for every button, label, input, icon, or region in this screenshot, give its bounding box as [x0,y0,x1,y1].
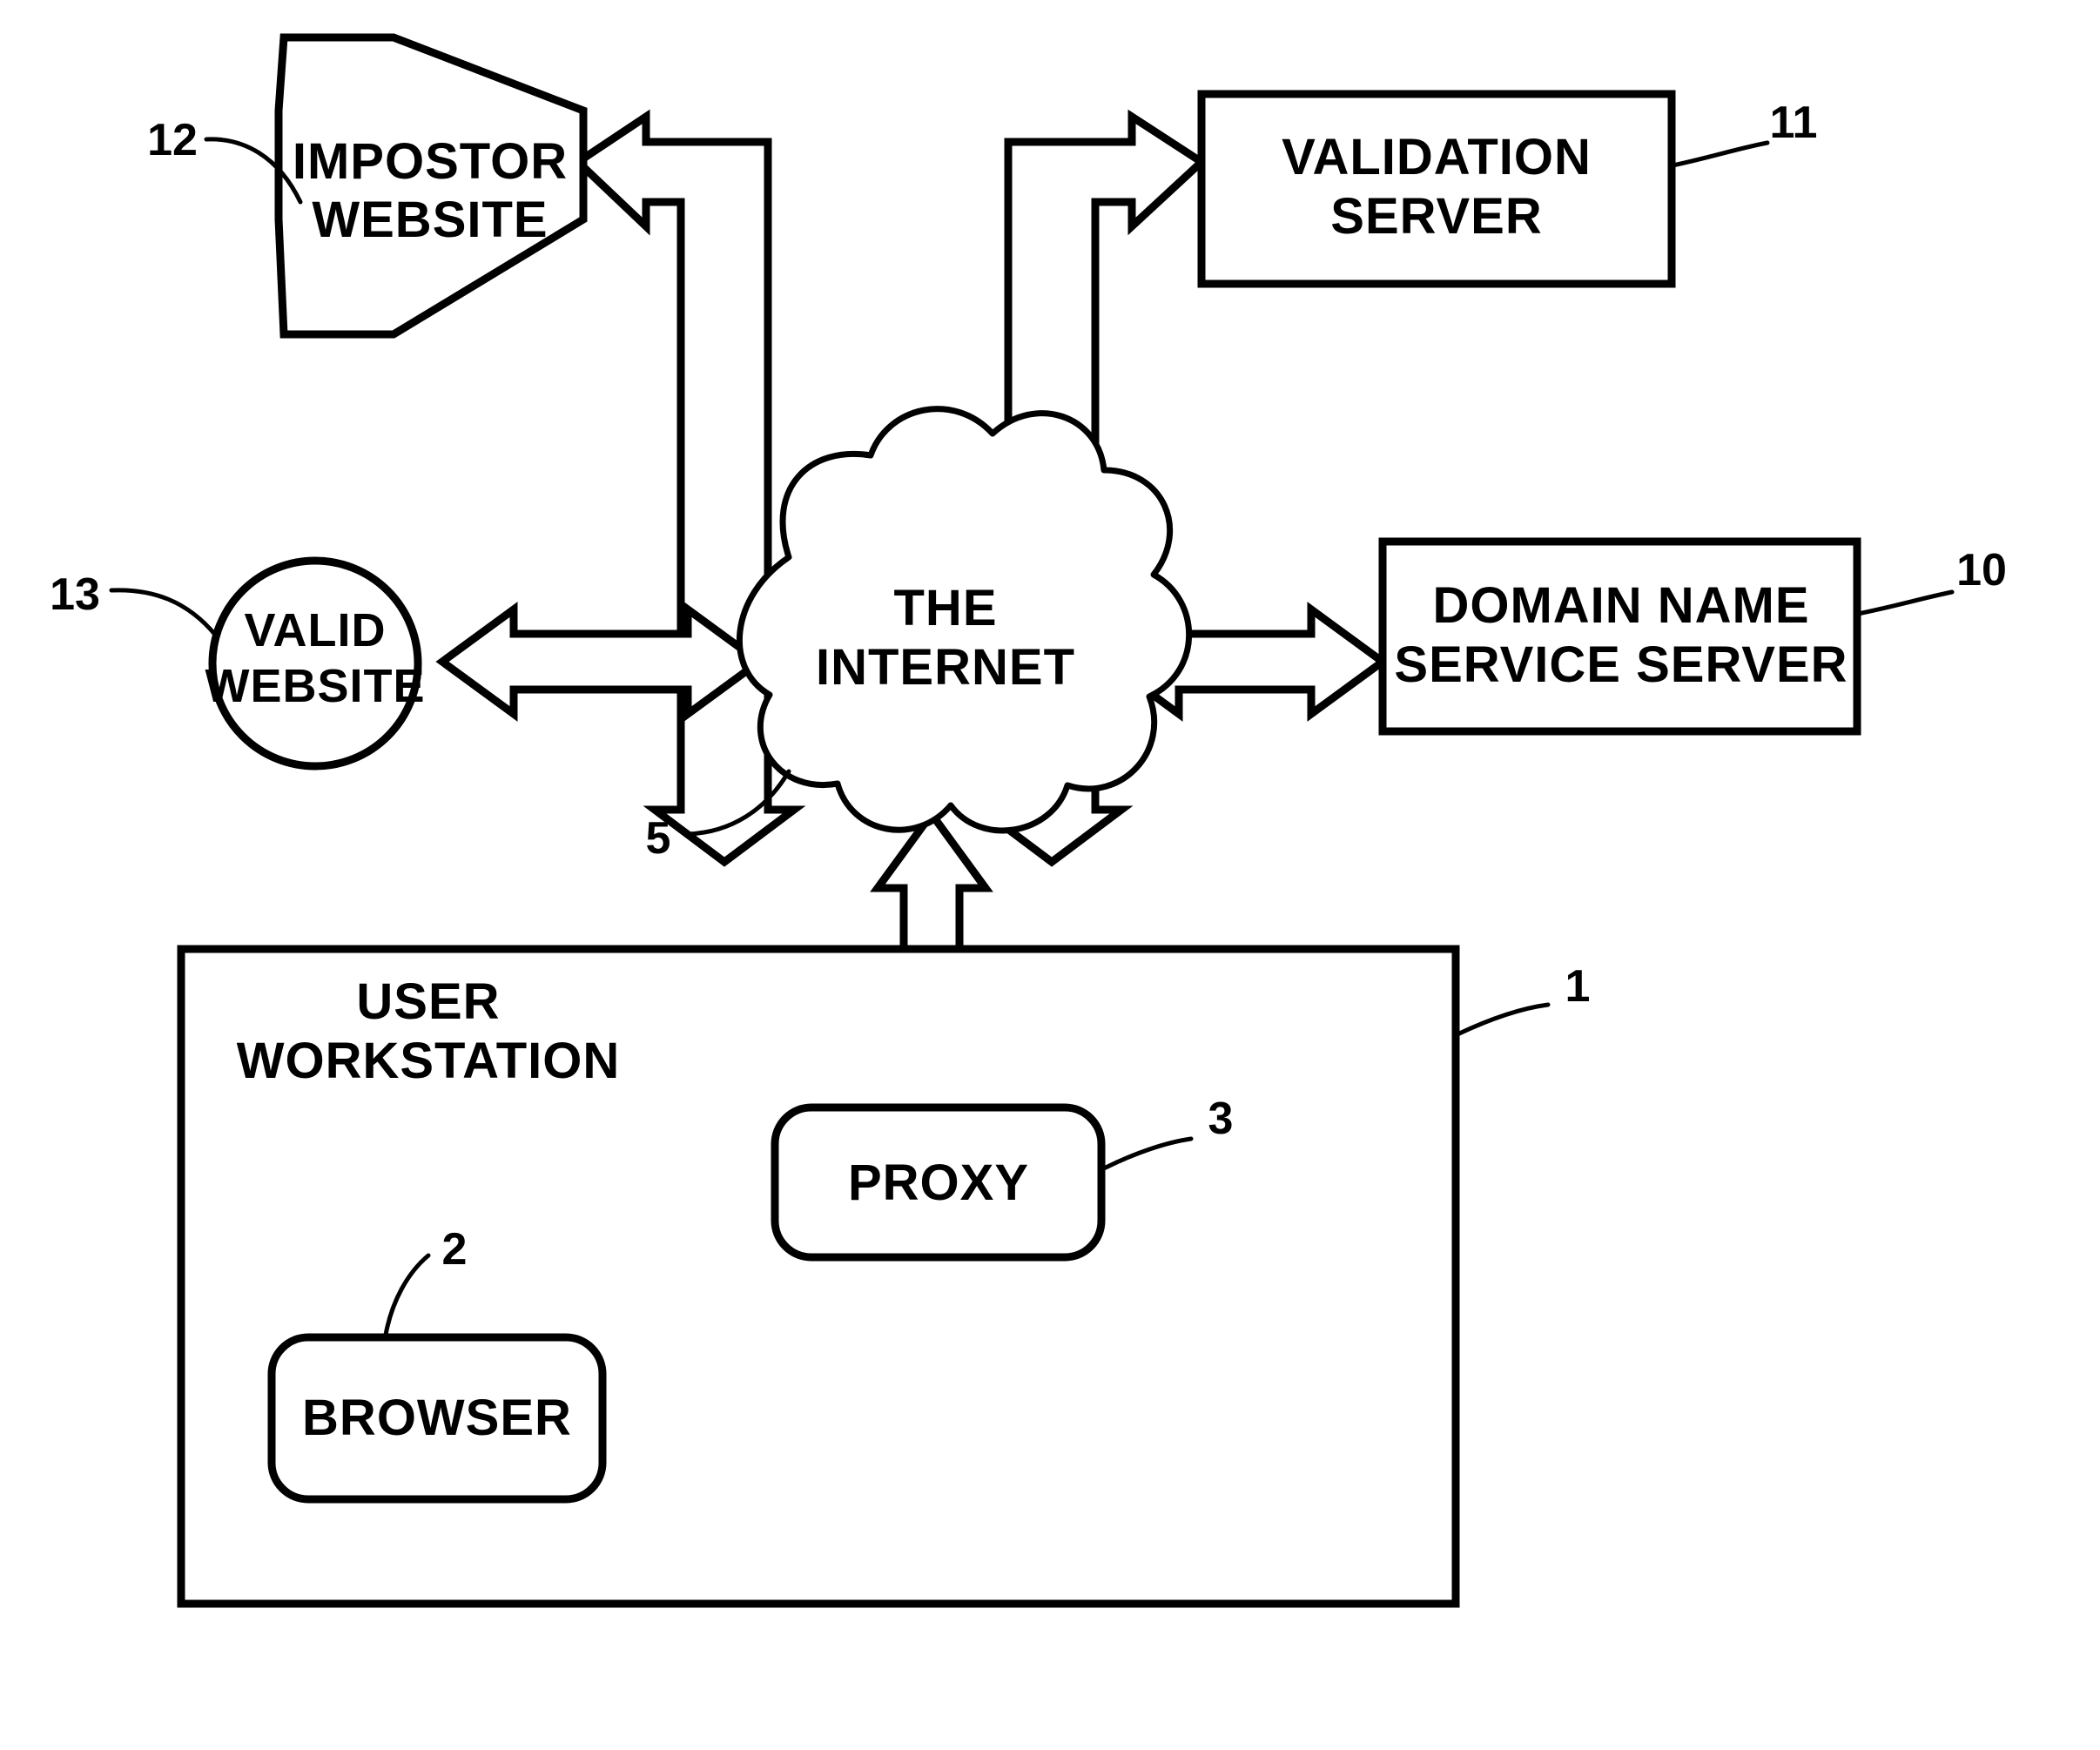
validation-server-label-line1: VALIDATION [1282,129,1592,185]
node-user-workstation[interactable]: USER WORKSTATION [177,945,1460,1608]
user-workstation-label-line2: WORKSTATION [237,1033,621,1089]
ref-number-13: 13 [50,569,100,620]
node-validation-server[interactable]: VALIDATION SERVER [1197,90,1676,288]
impostor-website-label-line2: WEBSITE [312,192,548,248]
ref-11-group: 11 [1670,98,1818,168]
node-internet[interactable]: THE INTERNET [737,406,1193,834]
ref-number-10: 10 [1956,545,2007,596]
ref-number-1: 1 [1565,961,1591,1012]
node-dns-server[interactable]: DOMAIN NAME SERVICE SERVER [1378,537,1861,736]
connector-impostor-to-internet [571,109,806,867]
ref-13-group: 13 [50,569,219,638]
user-workstation-label-line1: USER [356,973,500,1030]
proxy-label: PROXY [848,1154,1029,1211]
internet-label-line2: INTERNET [816,639,1075,696]
connector-valid-website-to-internet [435,602,766,722]
figure-canvas: IMPOSTOR WEBSITE 12 VALIDATION SERVER 11… [50,33,2007,1608]
node-impostor-website[interactable]: IMPOSTOR WEBSITE [274,33,588,339]
ref-10-group: 10 [1855,545,2007,616]
ref-number-12: 12 [147,115,198,165]
validation-server-label-line2: SERVER [1330,188,1542,245]
dns-server-label-line2: SERVICE SERVER [1394,636,1848,693]
impostor-website-label-line1: IMPOSTOR [293,133,568,190]
valid-website-label-line1: VALID [245,604,387,656]
patent-figure: IMPOSTOR WEBSITE 12 VALIDATION SERVER 11… [0,0,2100,1750]
internet-label-line1: THE [894,580,998,636]
valid-website-label-line2: WEBSITE [205,660,425,712]
node-proxy[interactable]: PROXY [771,1103,1106,1262]
ref-number-11: 11 [1770,98,1818,148]
node-browser[interactable]: BROWSER [267,1333,607,1504]
ref-number-3: 3 [1208,1094,1234,1144]
browser-label: BROWSER [302,1390,572,1446]
dns-server-label-line1: DOMAIN NAME [1432,577,1809,634]
ref-1-group: 1 [1455,961,1591,1037]
node-valid-website[interactable]: VALID WEBSITE [205,556,425,771]
ref-number-2: 2 [442,1224,468,1275]
ref-number-5: 5 [646,813,671,864]
